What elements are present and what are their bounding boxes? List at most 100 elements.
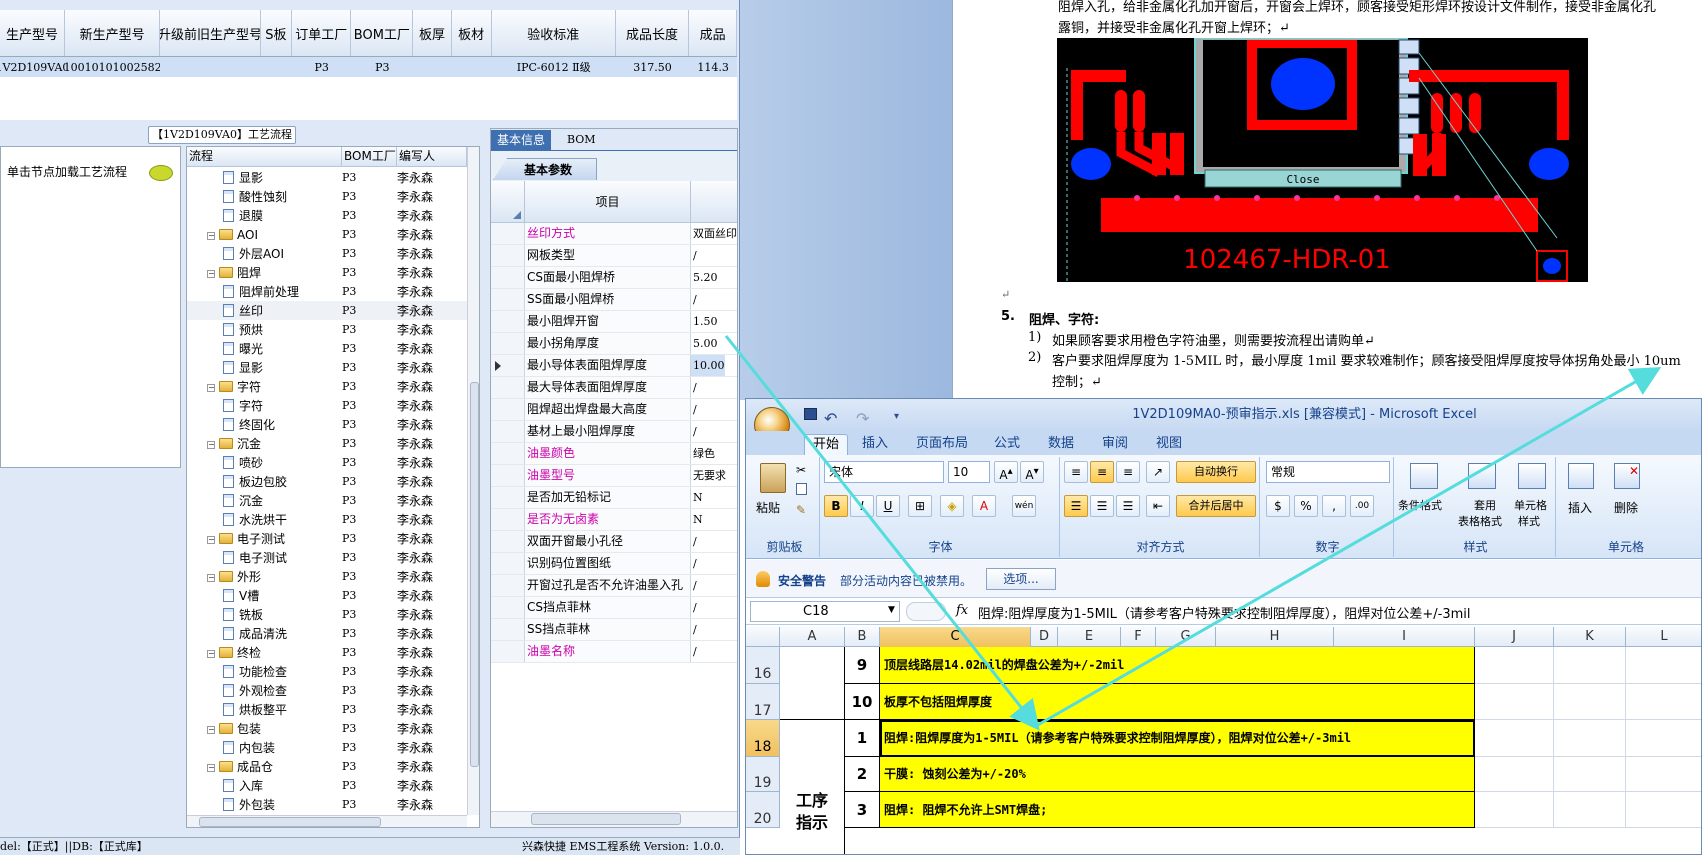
item-number-cell[interactable]: 9 bbox=[845, 647, 880, 684]
props-row[interactable]: 最小拐角厚度 5.00 bbox=[491, 333, 737, 355]
merged-cell-a16[interactable] bbox=[780, 647, 845, 720]
props-row[interactable]: CS挡点菲林 / bbox=[491, 597, 737, 619]
tab-page-layout[interactable]: 页面布局 bbox=[908, 434, 976, 455]
tree-row[interactable]: 功能检查 P3 李永森 bbox=[187, 662, 467, 681]
tree-row[interactable]: − 电子测试 P3 李永森 bbox=[187, 529, 467, 548]
format-painter-icon[interactable]: ✎ bbox=[796, 503, 806, 517]
prop-value[interactable]: / bbox=[691, 597, 697, 618]
prop-value[interactable]: / bbox=[691, 531, 697, 552]
empty-cell[interactable] bbox=[1554, 720, 1626, 757]
col-header-1[interactable]: 新生产型号 bbox=[65, 10, 161, 56]
item-number-cell[interactable]: 2 bbox=[845, 757, 880, 792]
conditional-format-icon[interactable] bbox=[1410, 463, 1438, 489]
tree-row[interactable]: − 沉金 P3 李永森 bbox=[187, 434, 467, 453]
item-number-cell[interactable]: 10 bbox=[845, 684, 880, 720]
collapse-toggle-icon[interactable]: − bbox=[207, 764, 215, 772]
quick-access-dropdown-icon[interactable]: ▾ bbox=[894, 401, 899, 433]
fill-color-icon[interactable]: ◈ bbox=[940, 495, 964, 517]
prop-value[interactable]: 1.50 bbox=[691, 311, 718, 332]
col-bom-factory[interactable]: BOM工厂 bbox=[342, 147, 397, 166]
empty-cell[interactable] bbox=[1475, 720, 1554, 757]
collapse-toggle-icon[interactable]: − bbox=[207, 270, 215, 278]
cell-styles-button-2[interactable]: 样式 bbox=[1518, 513, 1540, 529]
tab-home[interactable]: 开始 bbox=[804, 434, 849, 455]
row-selector[interactable] bbox=[491, 377, 525, 398]
font-name-box[interactable]: 宋体 bbox=[824, 461, 944, 483]
font-color-icon[interactable]: A bbox=[972, 495, 996, 517]
empty-cell[interactable] bbox=[1626, 647, 1701, 684]
orientation-icon[interactable]: ↗ bbox=[1146, 461, 1170, 483]
phonetic-icon[interactable]: wén bbox=[1012, 495, 1036, 517]
props-row[interactable]: 最小阻焊开窗 1.50 bbox=[491, 311, 737, 333]
conditional-format-button[interactable]: 条件格式 bbox=[1398, 497, 1442, 513]
underline-icon[interactable]: U bbox=[876, 495, 900, 517]
tree-row[interactable]: − 终检 P3 李永森 bbox=[187, 643, 467, 662]
tab-bom[interactable]: BOM bbox=[561, 130, 602, 151]
comma-icon[interactable]: , bbox=[1322, 495, 1346, 517]
prop-value[interactable]: 绿色 bbox=[691, 443, 715, 464]
row-selector[interactable] bbox=[491, 311, 525, 332]
row-selector[interactable] bbox=[491, 355, 525, 376]
prop-value[interactable]: 双面丝印 bbox=[691, 223, 737, 244]
tree-row[interactable]: 外观检查 P3 李永森 bbox=[187, 681, 467, 700]
empty-cell[interactable] bbox=[1626, 720, 1701, 757]
column-header[interactable]: L bbox=[1626, 627, 1701, 647]
delete-cells-button[interactable]: 删除 bbox=[1614, 499, 1638, 516]
tree-row[interactable]: − 字符 P3 李永森 bbox=[187, 377, 467, 396]
col-header-9[interactable]: 成品长度 bbox=[616, 10, 690, 56]
align-top-icon[interactable]: ≡ bbox=[1064, 461, 1088, 483]
tree-row[interactable]: V槽 P3 李永森 bbox=[187, 586, 467, 605]
prop-value[interactable]: / bbox=[691, 399, 697, 420]
empty-cell[interactable] bbox=[1626, 792, 1701, 828]
tree-row[interactable]: 内包装 P3 李永森 bbox=[187, 738, 467, 757]
empty-cell[interactable] bbox=[1475, 647, 1554, 684]
empty-cell[interactable] bbox=[1626, 757, 1701, 792]
props-row[interactable]: 双面开窗最小孔径 / bbox=[491, 531, 737, 553]
props-row[interactable]: 丝印方式 双面丝印 bbox=[491, 223, 737, 245]
tree-row[interactable]: 喷砂 P3 李永森 bbox=[187, 453, 467, 472]
col-header-6[interactable]: 板厚 bbox=[413, 10, 452, 56]
prop-value[interactable]: 5.20 bbox=[691, 267, 718, 288]
row-selector[interactable] bbox=[491, 531, 525, 552]
paste-icon[interactable] bbox=[760, 463, 786, 493]
column-header[interactable]: D bbox=[1031, 627, 1058, 647]
flow-tree[interactable]: 流程 BOM工厂 编写人 显影 P3 李永森 酸性蚀刻 P3 李永森 退膜 P3 李永森 − AOI… bbox=[186, 146, 480, 828]
empty-cell[interactable] bbox=[1554, 647, 1626, 684]
format-as-table-icon[interactable] bbox=[1468, 463, 1496, 489]
cell-styles-icon[interactable] bbox=[1518, 463, 1546, 489]
decrease-indent-icon[interactable]: ⇤ bbox=[1146, 495, 1170, 517]
col-header-5[interactable]: BOM工厂 bbox=[351, 10, 414, 56]
collapse-toggle-icon[interactable]: − bbox=[207, 650, 215, 658]
insert-cells-icon[interactable] bbox=[1568, 463, 1594, 489]
tab-insert[interactable]: 插入 bbox=[854, 434, 896, 455]
row-selector[interactable] bbox=[491, 597, 525, 618]
col-header-8[interactable]: 验收标准 bbox=[492, 10, 616, 56]
increase-decimal-icon[interactable]: .00 bbox=[1350, 495, 1374, 517]
prop-value[interactable]: N bbox=[691, 487, 703, 508]
prop-value[interactable]: 5.00 bbox=[691, 333, 718, 354]
props-row[interactable]: 油墨名称 / bbox=[491, 641, 737, 663]
props-row[interactable]: SS面最小阻焊桥 / bbox=[491, 289, 737, 311]
props-row[interactable]: SS挡点菲林 / bbox=[491, 619, 737, 641]
italic-icon[interactable]: I bbox=[850, 495, 874, 517]
props-row[interactable]: 是否加无铅标记 N bbox=[491, 487, 737, 509]
prop-value[interactable]: N bbox=[691, 509, 703, 530]
collapse-toggle-icon[interactable]: − bbox=[207, 574, 215, 582]
flow-nav-panel[interactable]: 单击节点加载工艺流程 bbox=[0, 146, 181, 468]
align-right-icon[interactable]: ☰ bbox=[1116, 495, 1140, 517]
props-horizontal-scroll-thumb[interactable] bbox=[531, 813, 681, 825]
collapse-toggle-icon[interactable]: − bbox=[207, 536, 215, 544]
row-selector[interactable] bbox=[491, 509, 525, 530]
collapse-toggle-icon[interactable]: − bbox=[207, 441, 215, 449]
row-selector[interactable] bbox=[491, 641, 525, 662]
prop-value[interactable]: / bbox=[691, 641, 697, 662]
col-header-0[interactable]: 生产型号 bbox=[0, 10, 65, 56]
tree-row[interactable]: 入库 P3 李永森 bbox=[187, 776, 467, 795]
align-middle-icon[interactable]: ≡ bbox=[1090, 461, 1114, 483]
product-grid-row[interactable]: 1V2D109VA010010101002582 P3 P3 IPC-6012 Ⅱ级 3… bbox=[0, 57, 737, 77]
col-header-2[interactable]: 升级前旧生产型号 bbox=[160, 10, 261, 56]
row-selector[interactable] bbox=[491, 399, 525, 420]
tree-row[interactable]: 显影 P3 李永森 bbox=[187, 168, 467, 187]
props-row[interactable]: 最大导体表面阻焊厚度 / bbox=[491, 377, 737, 399]
row-selector[interactable] bbox=[491, 553, 525, 574]
